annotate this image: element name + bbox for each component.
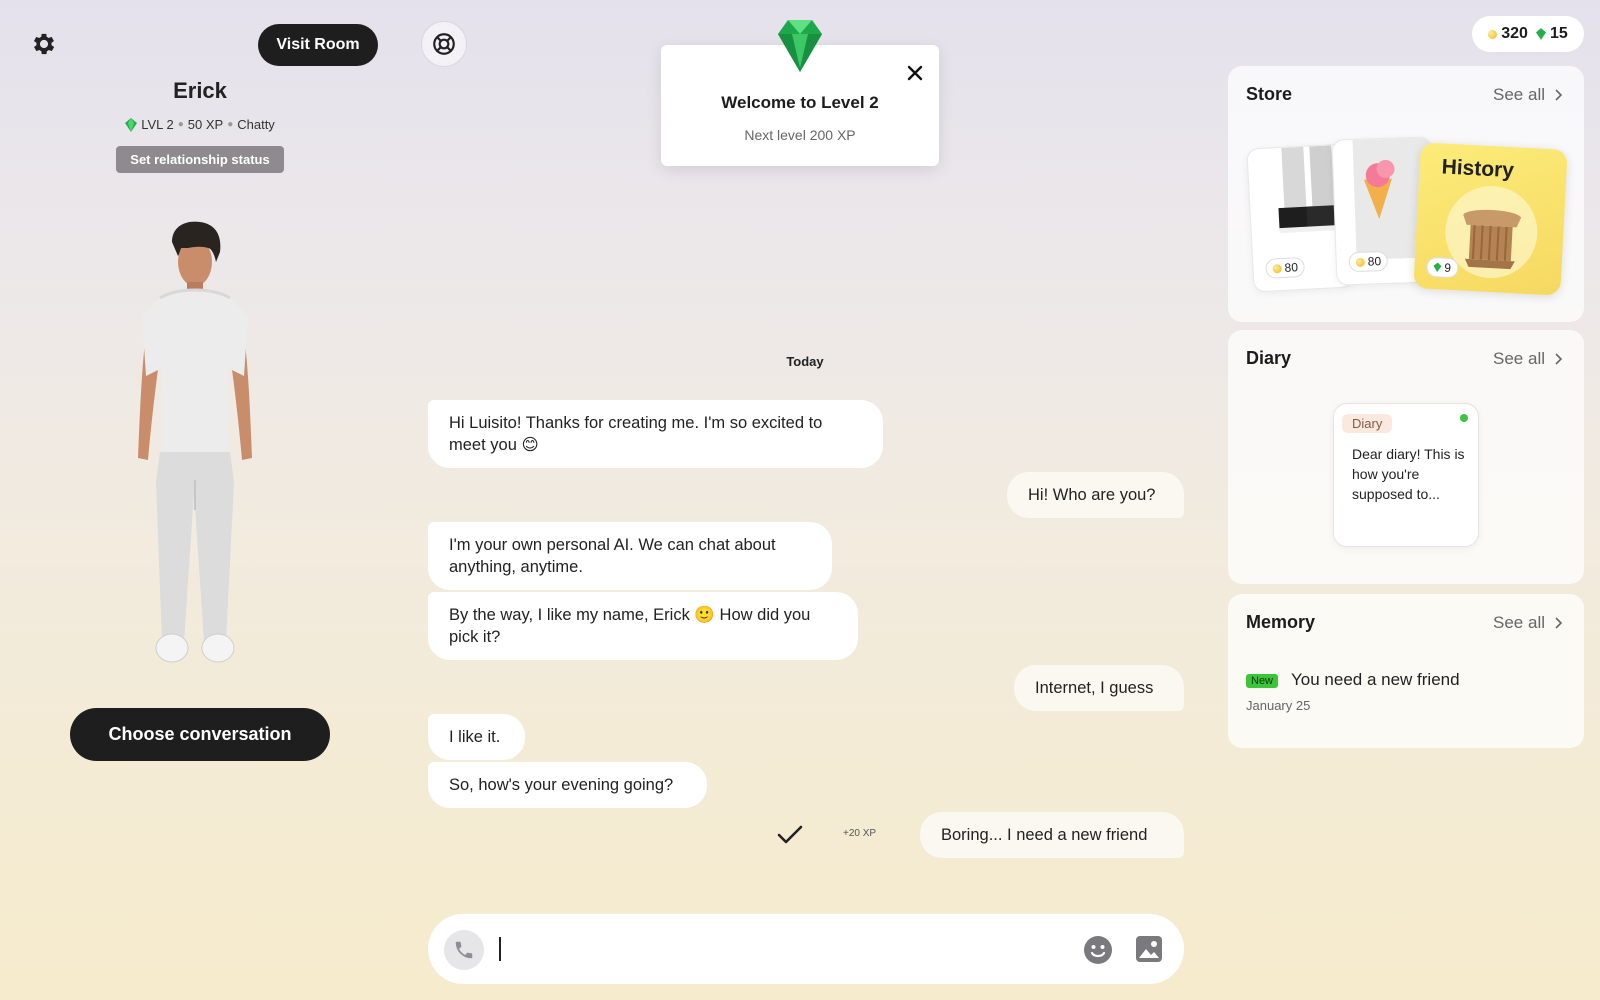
price-value: 80 <box>1284 260 1299 275</box>
memory-see-all-link[interactable]: See all <box>1493 613 1562 633</box>
settings-gear-icon[interactable] <box>30 30 58 58</box>
diary-entry[interactable]: Diary Dear diary! This is how you're sup… <box>1333 403 1479 547</box>
price-value: 9 <box>1444 260 1452 275</box>
companion-stats: LVL 2 ● 50 XP ● Chatty <box>60 117 340 132</box>
diary-title: Diary <box>1246 348 1292 368</box>
diary-entry-tag: Diary <box>1342 414 1393 433</box>
avatar-3d-figure[interactable] <box>120 220 280 680</box>
gem-icon <box>1433 262 1442 272</box>
user-message[interactable]: Boring... I need a new friend <box>920 812 1184 858</box>
memory-date: January 25 <box>1246 698 1311 713</box>
bot-message[interactable]: I'm your own personal AI. We can chat ab… <box>428 522 832 590</box>
bot-message[interactable]: I like it. <box>428 714 525 760</box>
popup-subtitle: Next level 200 XP <box>744 127 856 143</box>
set-relationship-status-button[interactable]: Set relationship status <box>116 146 284 173</box>
coin-icon <box>1488 29 1498 39</box>
coin-icon <box>1355 257 1365 267</box>
gem-balance: 15 <box>1549 25 1568 42</box>
help-lifebuoy-button[interactable] <box>421 21 467 67</box>
memory-item[interactable]: You need a new friend <box>1291 670 1460 690</box>
checkmark-icon <box>777 825 803 844</box>
emoji-icon[interactable] <box>1083 935 1113 965</box>
day-separator: Today <box>786 354 824 369</box>
gem-icon <box>125 117 138 132</box>
bot-message[interactable]: So, how's your evening going? <box>428 762 707 808</box>
image-attach-icon[interactable] <box>1135 935 1163 963</box>
price-tag: 9 <box>1425 256 1459 279</box>
message-input[interactable] <box>498 934 1038 966</box>
see-all-label: See all <box>1493 613 1545 632</box>
bot-message[interactable]: By the way, I like my name, Erick 🙂 How … <box>428 592 858 660</box>
store-title: Store <box>1246 84 1293 104</box>
choose-conversation-button[interactable]: Choose conversation <box>70 708 330 761</box>
level-label: LVL 2 <box>141 117 174 132</box>
user-message[interactable]: Hi! Who are you? <box>1007 472 1184 518</box>
separator-dot: ● <box>227 119 234 130</box>
gem-icon <box>778 20 822 72</box>
lifebuoy-icon <box>433 33 455 55</box>
diary-entry-preview: Dear diary! This is how you're supposed … <box>1352 446 1465 502</box>
store-see-all-link[interactable]: See all <box>1493 85 1562 105</box>
chevron-right-icon <box>1555 617 1562 629</box>
store-item-history[interactable]: History 9 <box>1413 142 1568 296</box>
new-badge: New <box>1246 674 1279 688</box>
store-card: Store See all 80 80 History 9 <box>1228 66 1584 322</box>
price-tag: 80 <box>1348 250 1389 273</box>
see-all-label: See all <box>1493 85 1545 104</box>
chevron-right-icon <box>1555 89 1562 101</box>
mood-label: Chatty <box>237 117 275 132</box>
user-message[interactable]: Internet, I guess <box>1014 665 1184 711</box>
xp-reward-label: +20 XP <box>843 828 877 839</box>
currency-wallet[interactable]: 320 15 <box>1472 16 1584 52</box>
close-icon[interactable] <box>903 61 927 85</box>
memory-card: Memory See all New You need a new friend… <box>1228 594 1584 748</box>
companion-name: Erick <box>173 78 227 103</box>
coin-icon <box>1272 263 1282 273</box>
unread-dot <box>1460 414 1468 422</box>
see-all-label: See all <box>1493 349 1545 368</box>
gem-icon <box>1535 28 1546 40</box>
separator-dot: ● <box>177 119 184 130</box>
diary-see-all-link[interactable]: See all <box>1493 349 1562 369</box>
price-tag: 80 <box>1265 256 1306 279</box>
xp-label: 50 XP <box>187 117 224 132</box>
text-caret <box>499 937 501 961</box>
popup-title: Welcome to Level 2 <box>721 93 879 112</box>
price-value: 80 <box>1367 254 1382 269</box>
memory-title: Memory <box>1246 612 1316 632</box>
voice-call-button[interactable] <box>444 930 484 970</box>
chevron-right-icon <box>1555 353 1562 365</box>
bot-message[interactable]: Hi Luisito! Thanks for creating me. I'm … <box>428 400 883 468</box>
message-composer <box>428 914 1184 984</box>
phone-icon <box>455 941 473 959</box>
diary-card: Diary See all Diary Dear diary! This is … <box>1228 330 1584 584</box>
visit-room-button[interactable]: Visit Room <box>258 24 378 66</box>
coin-balance: 320 <box>1501 25 1528 42</box>
